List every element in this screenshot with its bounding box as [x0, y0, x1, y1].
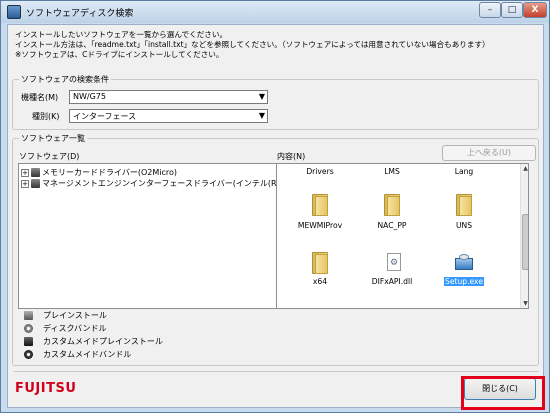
- instruction-line-1: インストールしたいソフトウェアを一覧から選んでください。: [15, 30, 228, 39]
- file-label-difxapi-dll[interactable]: DIFxAPI.dll: [357, 277, 427, 286]
- expand-icon[interactable]: +: [21, 168, 29, 177]
- maximize-button[interactable]: □: [501, 2, 523, 18]
- window-close-button[interactable]: X: [523, 2, 547, 18]
- file-label-x64[interactable]: x64: [285, 277, 355, 286]
- content-header: 内容(N): [277, 152, 306, 161]
- app-icon: [7, 5, 21, 19]
- software-tree[interactable]: + メモリーカードドライバー(O2Micro) + マネージメントエンジンインターフ…: [18, 163, 277, 309]
- instruction-line-2: インストール方法は、「readme.txt」「install.txt」などを参照…: [15, 40, 490, 49]
- type-select[interactable]: インターフェース ▼: [69, 109, 268, 123]
- software-list-label: ソフトウェア一覧: [19, 133, 87, 144]
- fujitsu-logo: FUJITSU: [15, 381, 77, 396]
- folder-icon[interactable]: [312, 194, 328, 216]
- custom-bundle-icon: [24, 350, 33, 359]
- expand-icon[interactable]: +: [21, 179, 29, 188]
- tree-item[interactable]: + マネージメントエンジンインターフェースドライバー(インテル(R: [21, 178, 277, 189]
- minimize-button[interactable]: –: [479, 2, 501, 18]
- model-select[interactable]: NW/G75 ▼: [69, 90, 268, 104]
- folder-icon[interactable]: [312, 252, 328, 274]
- chevron-down-icon: ▼: [258, 111, 265, 120]
- selected-file-name[interactable]: Setup.exe: [444, 277, 484, 286]
- window-title: ソフトウェアディスク検索: [26, 9, 134, 19]
- scroll-down-icon[interactable]: ▼: [522, 299, 528, 308]
- tree-item-label: メモリーカードドライバー(O2Micro): [42, 168, 177, 177]
- legend-label: カスタムメイドバンドル: [43, 350, 132, 359]
- file-label-uns[interactable]: UNS: [429, 221, 499, 230]
- preinstall-icon: [31, 168, 40, 177]
- vertical-scrollbar[interactable]: ▲ ▼: [520, 164, 528, 308]
- title-bar[interactable]: ソフトウェアディスク検索 – □ X: [1, 1, 549, 23]
- scroll-up-icon[interactable]: ▲: [522, 164, 528, 173]
- preinstall-icon: [24, 311, 33, 320]
- dll-file-icon[interactable]: ⚙: [387, 253, 401, 271]
- type-label: 種別(K): [32, 112, 60, 121]
- model-select-value: NW/G75: [73, 92, 106, 101]
- custom-preinstall-icon: [24, 337, 33, 346]
- file-label-mewmiprov[interactable]: MEWMIProv: [285, 221, 355, 230]
- close-button-highlight: [461, 376, 545, 410]
- legend-label: ディスクバンドル: [43, 324, 107, 333]
- legend-item-custom-preinstall: カスタムメイドプレインストール: [24, 336, 163, 348]
- folder-icon[interactable]: [384, 194, 400, 216]
- software-tree-header: ソフトウェア(D): [19, 152, 80, 161]
- file-label-drivers[interactable]: Drivers: [285, 167, 355, 176]
- footer-divider: [14, 371, 539, 372]
- back-up-button[interactable]: 上へ戻る(U): [442, 145, 536, 161]
- folder-icon[interactable]: [456, 194, 472, 216]
- preinstall-icon: [31, 179, 40, 188]
- tree-item[interactable]: + メモリーカードドライバー(O2Micro): [21, 167, 177, 178]
- legend-label: プレインストール: [43, 311, 107, 320]
- legend-label: カスタムメイドプレインストール: [43, 337, 163, 346]
- chevron-down-icon: ▼: [258, 92, 265, 101]
- content-file-view[interactable]: Drivers LMS Lang MEWMIProv NAC_PP UNS x6…: [276, 163, 529, 309]
- tree-item-label: マネージメントエンジンインターフェースドライバー(インテル(R: [42, 179, 277, 188]
- file-label-lms[interactable]: LMS: [357, 167, 427, 176]
- legend-item-custom-bundle: カスタムメイドバンドル: [24, 349, 131, 361]
- software-disc-search-window: ソフトウェアディスク検索 – □ X インストールしたいソフトウェアを一覧から選…: [0, 0, 550, 413]
- scrollbar-thumb[interactable]: [522, 214, 528, 270]
- type-select-value: インターフェース: [73, 112, 137, 121]
- model-label: 機種名(M): [21, 93, 59, 102]
- disc-bundle-icon: [24, 324, 33, 333]
- file-label-setup-exe[interactable]: Setup.exe: [429, 277, 499, 286]
- dialog-client-area: インストールしたいソフトウェアを一覧から選んでください。 インストール方法は、「…: [7, 24, 544, 408]
- file-label-nac-pp[interactable]: NAC_PP: [357, 221, 427, 230]
- setup-exe-icon[interactable]: [453, 254, 475, 272]
- instruction-line-3: ※ソフトウェアは、Cドライブにインストールしてください。: [15, 50, 224, 59]
- search-conditions-label: ソフトウェアの検索条件: [19, 74, 111, 85]
- file-label-lang[interactable]: Lang: [429, 167, 499, 176]
- legend-item-disc-bundle: ディスクバンドル: [24, 323, 106, 335]
- legend-item-preinstall: プレインストール: [24, 310, 107, 322]
